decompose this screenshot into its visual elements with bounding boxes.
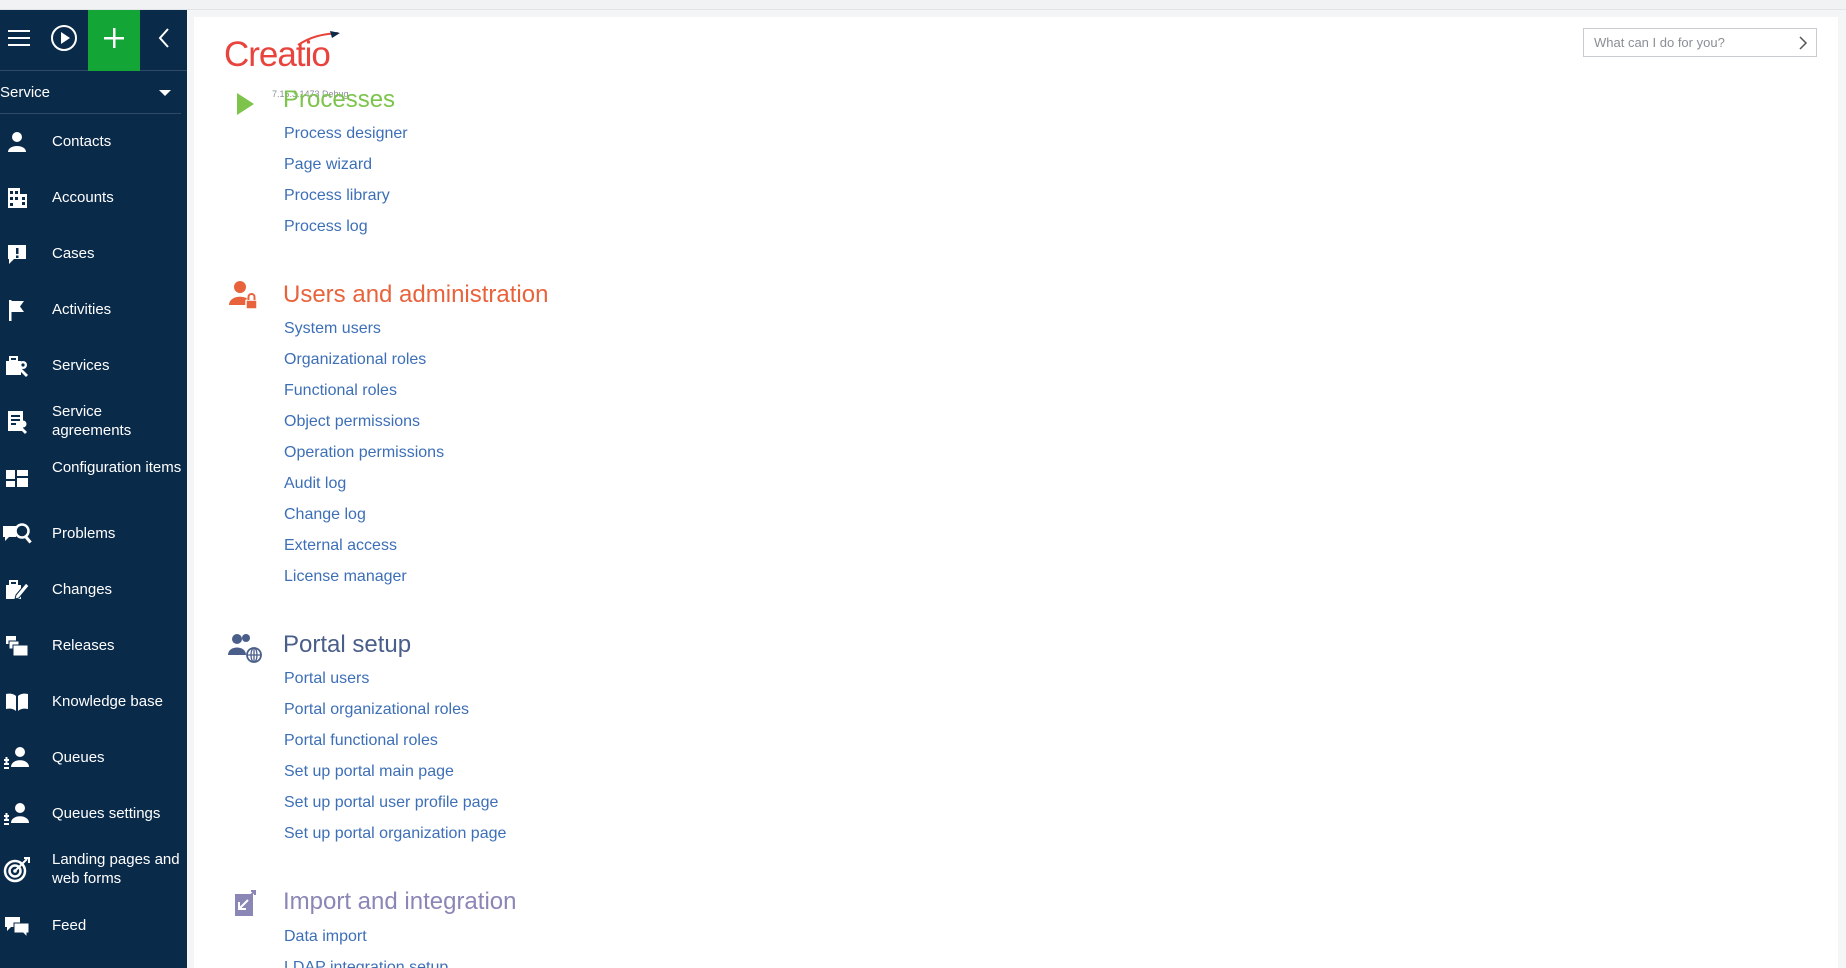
sidebar-item-label: Knowledge base: [52, 693, 163, 710]
link-portal-users[interactable]: Portal users: [284, 669, 369, 689]
link-external-access[interactable]: External access: [284, 536, 397, 556]
queues-icon: [2, 743, 32, 773]
user-lock-icon: [227, 279, 261, 313]
link-system-users[interactable]: System users: [284, 319, 381, 339]
changes-icon: [2, 575, 32, 605]
add-record-button[interactable]: [88, 10, 140, 71]
problems-icon: [2, 519, 32, 549]
import-arrow-icon: [227, 887, 261, 921]
link-audit-log[interactable]: Audit log: [284, 474, 346, 494]
sidebar-item-label: Releases: [52, 637, 115, 654]
sidebar-toolbar: [0, 10, 187, 71]
sidebar-item-label: Problems: [52, 525, 116, 542]
sidebar-item-services[interactable]: Services: [0, 338, 187, 394]
workplace-selector[interactable]: Service: [0, 71, 181, 114]
link-portal-organizational-roles[interactable]: Portal organizational roles: [284, 700, 469, 720]
sidebar-item-accounts[interactable]: Accounts: [0, 170, 187, 226]
play-triangle-icon: [227, 87, 261, 121]
sidebar-item-label: Feed: [52, 917, 87, 934]
sidebar-item-label: Accounts: [52, 189, 114, 206]
sidebar-item-feed[interactable]: Feed: [0, 898, 187, 954]
creatio-logo[interactable]: Creatio 7.16.3.1473 Debug: [224, 31, 349, 99]
sidebar-item-label: Changes: [52, 581, 113, 598]
main-menu-button[interactable]: [0, 10, 40, 71]
queues-settings-icon: [2, 799, 32, 829]
link-operation-permissions[interactable]: Operation permissions: [284, 443, 444, 463]
sidebar-item-queues[interactable]: Queues: [0, 730, 187, 786]
sidebar-item-label: Configuration items: [52, 459, 182, 476]
feed-icon: [2, 911, 32, 941]
knowledge-base-icon: [2, 687, 32, 717]
configuration-items-icon: [2, 463, 32, 493]
activities-flag-icon: [2, 295, 32, 325]
sidebar-item-label: Activities: [52, 301, 112, 318]
cases-icon: [2, 239, 32, 269]
chevron-right-icon[interactable]: [1798, 35, 1808, 56]
sidebar-item-knowledge-base[interactable]: Knowledge base: [0, 674, 187, 730]
link-ldap-integration-setup[interactable]: LDAP integration setup: [284, 958, 448, 968]
sidebar-item-configuration-items[interactable]: Configuration items: [0, 450, 187, 506]
accounts-icon: [2, 183, 32, 213]
link-process-designer[interactable]: Process designer: [284, 124, 408, 144]
releases-icon: [2, 631, 32, 661]
sidebar-item-queues-settings[interactable]: Queues settings: [0, 786, 187, 842]
page-scrollbar[interactable]: [1838, 17, 1846, 968]
landing-pages-icon: [2, 855, 32, 885]
sidebar-item-label: Queues: [52, 749, 105, 766]
collapse-sidebar-button[interactable]: [140, 10, 187, 71]
services-icon: [2, 351, 32, 381]
command-line-input[interactable]: [1584, 29, 1784, 56]
section-title: Processes: [283, 86, 396, 113]
hamburger-icon: [8, 28, 32, 53]
caret-down-icon: [159, 90, 171, 96]
section-title: Import and integration: [283, 888, 517, 915]
portal-users-globe-icon: [227, 631, 262, 665]
link-process-library[interactable]: Process library: [284, 186, 390, 206]
sidebar-item-contacts[interactable]: Contacts: [0, 114, 187, 170]
sidebar-item-label: Landing pages and web forms: [52, 851, 180, 887]
link-object-permissions[interactable]: Object permissions: [284, 412, 420, 432]
browser-top-strip: [0, 0, 1846, 10]
section-title: Portal setup: [283, 631, 412, 658]
link-set-up-portal-organization-page[interactable]: Set up portal organization page: [284, 824, 506, 844]
link-organizational-roles[interactable]: Organizational roles: [284, 350, 426, 370]
play-circle-icon: [50, 24, 78, 57]
sidebar-item-label: Queues settings: [52, 805, 161, 822]
sidebar: Service Contacts Accounts Cases Activiti…: [0, 10, 187, 968]
sidebar-item-cases[interactable]: Cases: [0, 226, 187, 282]
sidebar-item-label: Service agreements: [52, 403, 132, 439]
section-title: Users and administration: [283, 281, 549, 308]
command-line[interactable]: [1583, 28, 1817, 57]
sidebar-item-releases[interactable]: Releases: [0, 618, 187, 674]
link-data-import[interactable]: Data import: [284, 927, 367, 947]
link-license-manager[interactable]: License manager: [284, 567, 407, 587]
logo-swoosh-icon: [297, 31, 340, 46]
link-set-up-portal-user-profile-page[interactable]: Set up portal user profile page: [284, 793, 498, 813]
link-set-up-portal-main-page[interactable]: Set up portal main page: [284, 762, 454, 782]
contact-icon: [2, 127, 32, 157]
run-process-button[interactable]: [40, 10, 88, 71]
sidebar-item-label: Contacts: [52, 133, 112, 150]
system-designer-page: Creatio 7.16.3.1473 Debug Processes Proc…: [194, 17, 1846, 968]
link-page-wizard[interactable]: Page wizard: [284, 155, 372, 175]
service-agreements-icon: [2, 407, 32, 437]
sidebar-item-service-agreements[interactable]: Service agreements: [0, 394, 187, 450]
link-change-log[interactable]: Change log: [284, 505, 366, 525]
sidebar-item-changes[interactable]: Changes: [0, 562, 187, 618]
sidebar-item-problems[interactable]: Problems: [0, 506, 187, 562]
plus-icon: [102, 26, 126, 55]
sidebar-item-label: Cases: [52, 245, 95, 262]
sidebar-item-label: Services: [52, 357, 110, 374]
link-functional-roles[interactable]: Functional roles: [284, 381, 397, 401]
sidebar-item-landing-pages[interactable]: Landing pages and web forms: [0, 842, 187, 898]
link-portal-functional-roles[interactable]: Portal functional roles: [284, 731, 438, 751]
sidebar-item-activities[interactable]: Activities: [0, 282, 187, 338]
chevron-left-icon: [157, 27, 171, 54]
workplace-label: Service: [0, 83, 51, 101]
link-process-log[interactable]: Process log: [284, 217, 368, 237]
